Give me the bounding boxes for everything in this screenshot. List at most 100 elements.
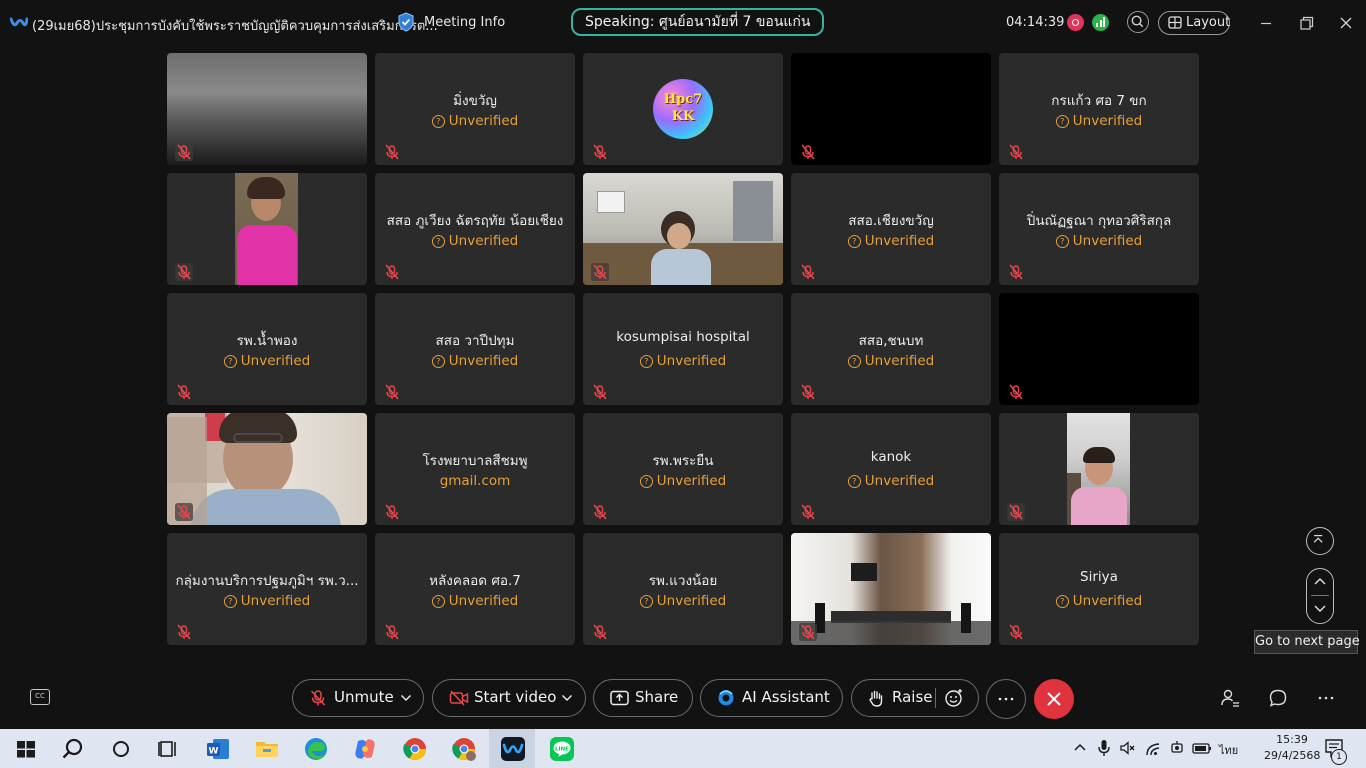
battery-icon[interactable] <box>1192 740 1212 756</box>
status-text: Unverified <box>864 233 935 249</box>
close-icon[interactable] <box>1334 11 1358 35</box>
zoom-search-icon[interactable] <box>1127 11 1149 33</box>
participants-icon[interactable] <box>1220 688 1240 708</box>
chrome-icon[interactable] <box>402 736 428 762</box>
participant-tile[interactable]: สสอ,ชนบท? Unverified <box>791 293 991 405</box>
participant-tile[interactable] <box>167 413 367 525</box>
leave-meeting-button[interactable] <box>1034 679 1074 719</box>
question-icon: ? <box>1055 115 1069 128</box>
shield-icon[interactable] <box>397 12 415 32</box>
participant-tile[interactable] <box>167 173 367 285</box>
input-language[interactable]: ไทย <box>1219 741 1238 759</box>
taskbar-date: 29/4/2568 <box>1264 749 1321 762</box>
start-video-label: Start video <box>474 688 557 706</box>
status-text: Unverified <box>1072 593 1143 609</box>
participant-tile[interactable] <box>999 413 1199 525</box>
taskbar-clock[interactable]: 15:39 29/4/2568 <box>1264 732 1320 764</box>
network-vpn-icon[interactable] <box>1169 740 1185 756</box>
participant-tile[interactable]: กรแก้ว ศอ 7 ขก? Unverified <box>999 53 1199 165</box>
word-icon[interactable]: W <box>205 736 231 762</box>
recording-icon[interactable] <box>1067 14 1084 31</box>
status-text: Unverified <box>240 353 311 369</box>
mic-muted-icon <box>383 143 401 161</box>
participant-tile[interactable]: kosumpisai hospital? Unverified <box>583 293 783 405</box>
question-icon: ? <box>847 355 861 368</box>
mic-muted-icon <box>1007 623 1025 641</box>
task-view-icon[interactable] <box>155 736 181 762</box>
chevron-up-icon[interactable] <box>1073 742 1087 752</box>
participant-tile[interactable]: กลุ่มงานบริการปฐมภูมิฯ รพ.ว...? Unverifie… <box>167 533 367 645</box>
mic-muted-icon <box>799 263 817 281</box>
participant-tile[interactable] <box>791 533 991 645</box>
closed-captions-button[interactable]: CC <box>30 689 50 705</box>
chevron-down-icon[interactable] <box>561 694 573 702</box>
verification-status: ? Unverified <box>167 593 367 609</box>
verification-status: ? Unverified <box>791 233 991 249</box>
windows-start-icon[interactable] <box>13 736 39 762</box>
cortana-icon[interactable] <box>108 736 134 762</box>
participant-tile[interactable]: Siriya? Unverified <box>999 533 1199 645</box>
chevron-down-icon[interactable] <box>1313 604 1327 614</box>
participant-tile[interactable]: มิ่งขวัญ? Unverified <box>375 53 575 165</box>
chevron-down-icon[interactable] <box>400 694 412 702</box>
file-explorer-icon[interactable] <box>254 736 280 762</box>
more-panels-icon[interactable] <box>1318 696 1334 700</box>
chat-icon[interactable] <box>1268 688 1288 708</box>
network-signal-icon[interactable] <box>1092 14 1109 31</box>
video-feed <box>583 173 783 285</box>
minimize-icon[interactable] <box>1254 11 1278 35</box>
line-icon[interactable]: LINE <box>549 736 575 762</box>
participant-tile[interactable]: ปิ่นณัฏฐณา กุทอวศิริสกุล? Unverified <box>999 173 1199 285</box>
participant-name: โรงพยาบาลสีชมพู <box>422 453 528 469</box>
status-text: Unverified <box>656 593 727 609</box>
participant-tile[interactable]: รพ.พระยืน? Unverified <box>583 413 783 525</box>
mic-muted-icon <box>591 263 609 281</box>
microphone-icon[interactable] <box>1097 739 1111 757</box>
participant-tile[interactable]: หลังคลอด ศอ.7? Unverified <box>375 533 575 645</box>
share-button[interactable]: Share <box>593 679 693 717</box>
participant-tile[interactable]: Hpc7 KK <box>583 53 783 165</box>
participant-tile[interactable] <box>583 173 783 285</box>
first-page-button[interactable] <box>1306 527 1334 555</box>
ai-assistant-button[interactable]: AI Assistant <box>700 679 843 717</box>
participant-tile[interactable]: สสอ ภูเวียง ฉัตรฤทัย น้อยเชียง? Unverifie… <box>375 173 575 285</box>
layout-button[interactable]: Layout <box>1158 11 1230 35</box>
question-icon: ? <box>223 595 237 608</box>
page-nav <box>1306 568 1334 624</box>
meeting-info-link[interactable]: Meeting Info <box>424 15 505 30</box>
search-icon[interactable] <box>60 736 86 762</box>
webex-icon[interactable] <box>500 736 526 762</box>
participant-tile[interactable]: รพ.แวงน้อย? Unverified <box>583 533 783 645</box>
copilot-icon[interactable] <box>352 736 378 762</box>
participant-name: Siriya <box>1080 569 1118 585</box>
raise-button[interactable]: Raise <box>851 679 979 717</box>
wifi-icon[interactable] <box>1145 740 1163 756</box>
participant-tile[interactable]: สสอ วาปีปทุม? Unverified <box>375 293 575 405</box>
video-feed <box>167 53 367 165</box>
participant-tile[interactable] <box>999 293 1199 405</box>
mic-muted-icon <box>591 503 609 521</box>
verification-status: ? Unverified <box>375 233 575 249</box>
participant-tile[interactable] <box>791 53 991 165</box>
volume-muted-icon[interactable] <box>1120 740 1136 756</box>
mic-muted-icon <box>799 503 817 521</box>
participant-tile[interactable]: รพ.น้ำพอง? Unverified <box>167 293 367 405</box>
participant-tile[interactable]: kanok? Unverified <box>791 413 991 525</box>
edge-icon[interactable] <box>303 736 329 762</box>
status-text: Unverified <box>656 473 727 489</box>
status-text: Unverified <box>1072 113 1143 129</box>
verification-status: gmail.com <box>375 473 575 489</box>
status-text: Unverified <box>448 113 519 129</box>
reactions-icon[interactable] <box>944 688 964 708</box>
participant-tile[interactable] <box>167 53 367 165</box>
restore-icon[interactable] <box>1294 11 1318 35</box>
participant-tile[interactable]: สสอ.เชียงขวัญ? Unverified <box>791 173 991 285</box>
more-options-button[interactable] <box>986 679 1026 719</box>
participant-tile[interactable]: โรงพยาบาลสีชมพู gmail.com <box>375 413 575 525</box>
speaking-indicator: Speaking: ศูนย์อนามัยที่ 7 ขอนแก่น <box>571 8 825 36</box>
chrome-profile-icon[interactable] <box>451 736 477 762</box>
unmute-button[interactable]: Unmute <box>292 679 424 717</box>
svg-text:LINE: LINE <box>555 747 569 753</box>
chevron-up-icon[interactable] <box>1313 576 1327 586</box>
start-video-button[interactable]: Start video <box>432 679 586 717</box>
